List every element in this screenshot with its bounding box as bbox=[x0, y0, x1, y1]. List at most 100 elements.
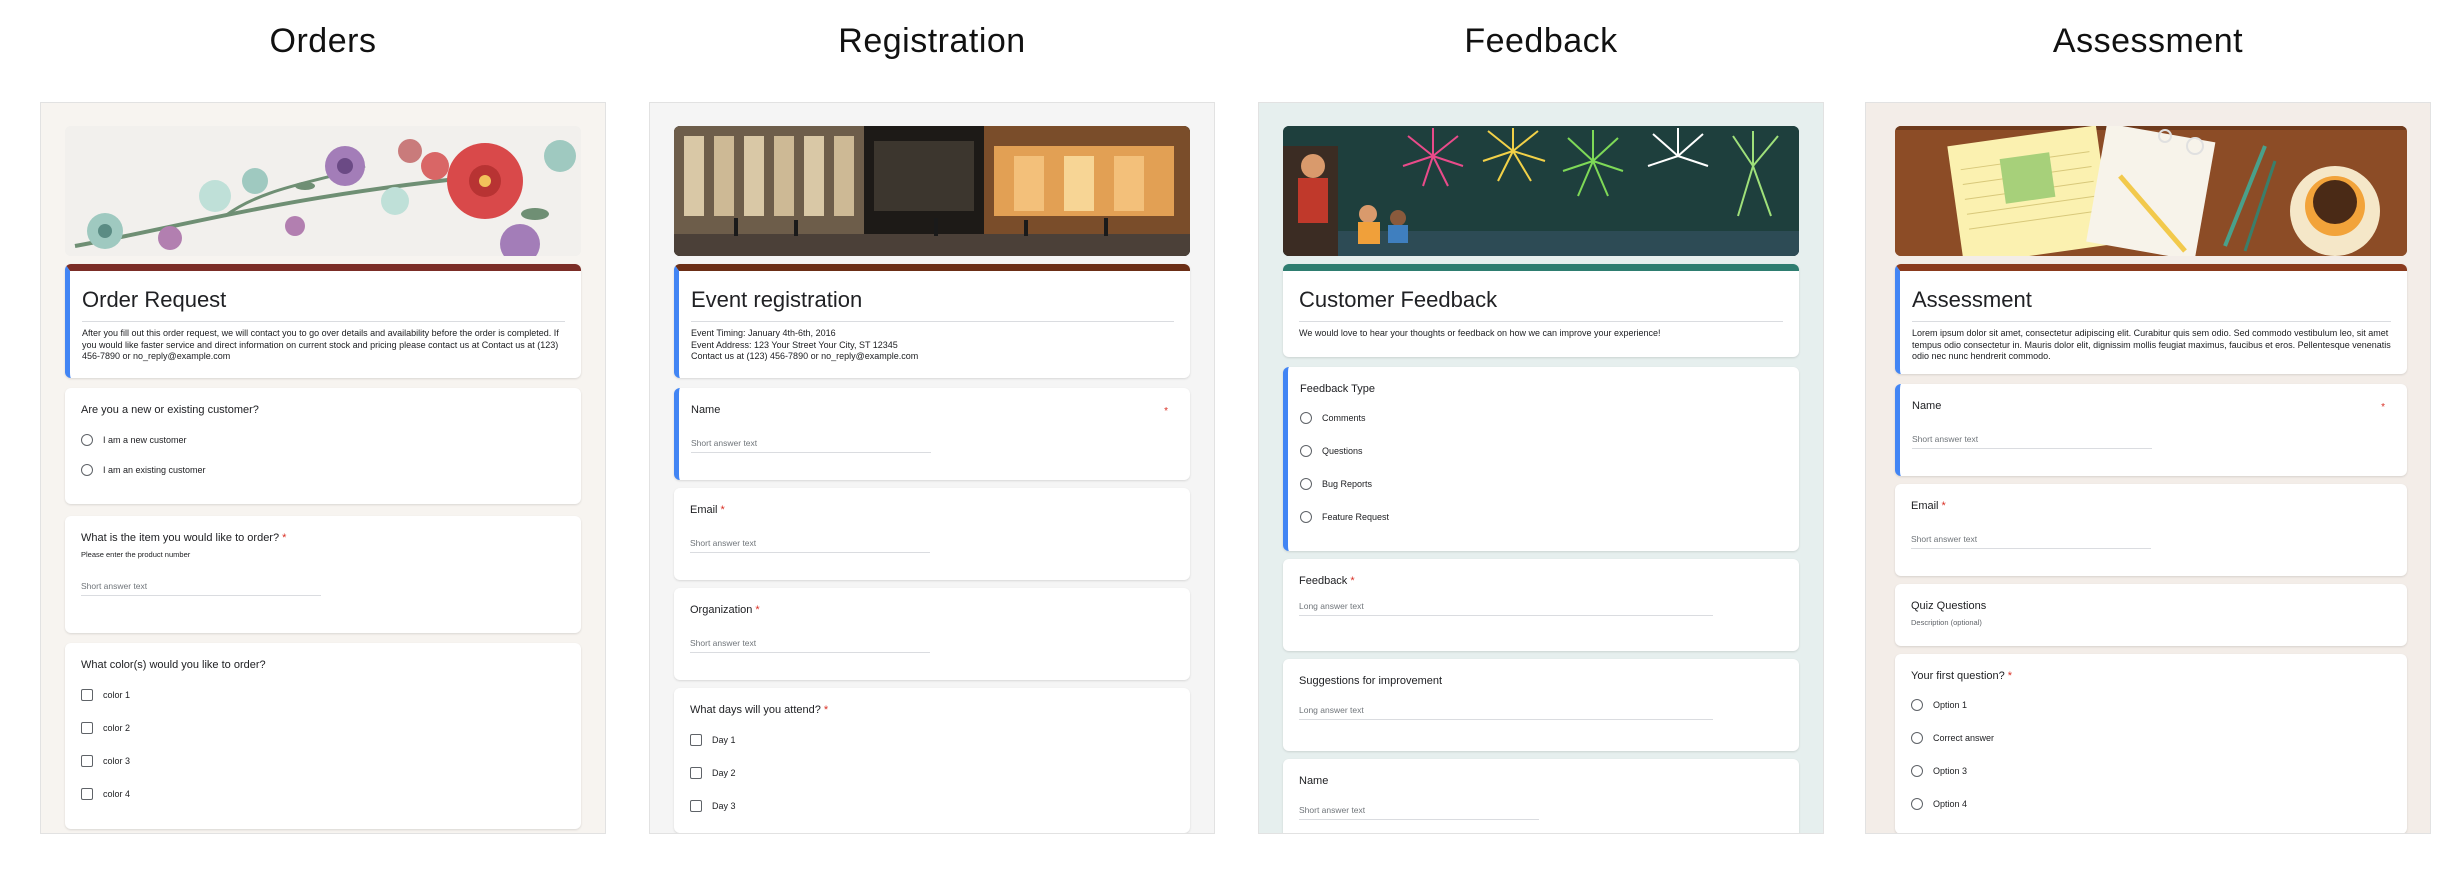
question-card: Feedback * Long answer text bbox=[1283, 559, 1799, 651]
radio-button[interactable] bbox=[1911, 765, 1923, 777]
radio-option[interactable]: Bug Reports bbox=[1300, 478, 1783, 490]
short-answer-field[interactable]: Short answer text bbox=[81, 581, 321, 596]
divider bbox=[691, 321, 1174, 322]
question-card: Name Short answer text bbox=[1283, 759, 1799, 833]
checkbox-option[interactable]: Day 3 bbox=[690, 800, 1174, 812]
form-description: We would love to hear your thoughts or f… bbox=[1299, 328, 1661, 338]
registration-banner-image bbox=[674, 126, 1190, 256]
question-label: Organization * bbox=[690, 604, 760, 616]
assessment-title-card: Assessment Lorem ipsum dolor sit amet, c… bbox=[1895, 264, 2407, 374]
checkbox-option[interactable]: color 2 bbox=[81, 722, 565, 734]
question-card: Email * Short answer text bbox=[674, 488, 1190, 580]
question-helper-text: Please enter the product number bbox=[81, 550, 191, 559]
question-label: What color(s) would you like to order? bbox=[81, 659, 266, 671]
section-title: Quiz Questions bbox=[1911, 600, 1987, 612]
checkbox[interactable] bbox=[690, 734, 702, 746]
checkbox[interactable] bbox=[81, 788, 93, 800]
checkbox-option[interactable]: color 1 bbox=[81, 689, 565, 701]
divider bbox=[1299, 321, 1783, 322]
column-heading-assessment: Assessment bbox=[2052, 22, 2244, 60]
short-answer-field[interactable]: Short answer text bbox=[1912, 434, 2152, 449]
radio-button[interactable] bbox=[1300, 412, 1312, 424]
form-description: After you fill out this order request, w… bbox=[82, 328, 559, 361]
checkbox[interactable] bbox=[690, 767, 702, 779]
radio-option[interactable]: Comments bbox=[1300, 412, 1783, 424]
radio-option[interactable]: Questions bbox=[1300, 445, 1783, 457]
required-asterisk: * bbox=[755, 604, 760, 616]
section-description: Description (optional) bbox=[1911, 618, 1982, 627]
question-label: Are you a new or existing customer? bbox=[81, 404, 259, 416]
question-label: What days will you attend? * bbox=[690, 704, 829, 716]
required-asterisk: * bbox=[1941, 500, 1946, 512]
radio-button[interactable] bbox=[1300, 511, 1312, 523]
registration-form-preview[interactable]: Event registration Event Timing: January… bbox=[649, 102, 1215, 834]
form-title: Event registration bbox=[691, 287, 863, 312]
radio-option[interactable]: Feature Request bbox=[1300, 511, 1783, 523]
form-description: Lorem ipsum dolor sit amet, consectetur … bbox=[1912, 328, 2391, 361]
radio-button[interactable] bbox=[1911, 699, 1923, 711]
feedback-title-card: Customer Feedback We would love to hear … bbox=[1283, 264, 1799, 357]
feedback-form-preview[interactable]: Customer Feedback We would love to hear … bbox=[1258, 102, 1824, 834]
registration-title-card: Event registration Event Timing: January… bbox=[674, 264, 1190, 378]
assessment-form-preview[interactable]: Assessment Lorem ipsum dolor sit amet, c… bbox=[1865, 102, 2431, 834]
radio-option[interactable]: Option 3 bbox=[1911, 765, 2391, 777]
radio-button[interactable] bbox=[1300, 478, 1312, 490]
required-asterisk: * bbox=[2007, 670, 2013, 682]
orders-form-preview[interactable]: Order Request After you fill out this or… bbox=[40, 102, 606, 834]
form-title: Assessment bbox=[1912, 287, 2032, 312]
radio-option[interactable]: Option 1 bbox=[1911, 699, 2391, 711]
long-answer-field[interactable]: Long answer text bbox=[1299, 705, 1713, 720]
required-asterisk: * bbox=[720, 504, 725, 516]
radio-option[interactable]: Correct answer bbox=[1911, 732, 2391, 744]
checkbox-option[interactable]: color 3 bbox=[81, 755, 565, 767]
short-answer-field[interactable]: Short answer text bbox=[690, 638, 930, 653]
question-label: Feedback Type bbox=[1300, 383, 1376, 395]
radio-button[interactable] bbox=[1300, 445, 1312, 457]
short-answer-field[interactable]: Short answer text bbox=[1911, 534, 2151, 549]
section-header-card: Quiz Questions Description (optional) bbox=[1895, 584, 2407, 646]
question-card: What color(s) would you like to order? c… bbox=[65, 643, 581, 829]
question-card: Organization * Short answer text bbox=[674, 588, 1190, 680]
short-answer-field[interactable]: Short answer text bbox=[1299, 805, 1539, 820]
checkbox-option[interactable]: color 4 bbox=[81, 788, 565, 800]
question-card-selected: Feedback Type Comments Questions Bug Rep… bbox=[1283, 367, 1799, 551]
radio-button[interactable] bbox=[1911, 732, 1923, 744]
question-card: Are you a new or existing customer? I am… bbox=[65, 388, 581, 504]
required-asterisk: * bbox=[1350, 575, 1355, 587]
question-label: Suggestions for improvement bbox=[1299, 675, 1443, 687]
radio-button[interactable] bbox=[81, 434, 93, 446]
question-label: Feedback * bbox=[1299, 575, 1355, 587]
question-label: What is the item you would like to order… bbox=[81, 532, 287, 544]
form-title: Order Request bbox=[82, 287, 227, 312]
radio-option[interactable]: I am an existing customer bbox=[81, 464, 565, 476]
radio-option[interactable]: I am a new customer bbox=[81, 434, 565, 446]
column-heading-registration: Registration bbox=[838, 22, 1026, 60]
required-asterisk: * bbox=[1164, 406, 1168, 417]
short-answer-field[interactable]: Short answer text bbox=[691, 438, 931, 453]
orders-banner-image bbox=[65, 126, 581, 256]
long-answer-field[interactable]: Long answer text bbox=[1299, 601, 1713, 616]
checkbox[interactable] bbox=[81, 755, 93, 767]
question-card-selected: Name * Short answer text bbox=[674, 388, 1190, 480]
checkbox[interactable] bbox=[81, 689, 93, 701]
form-description: Event Timing: January 4th-6th, 2016 Even… bbox=[691, 328, 919, 361]
checkbox[interactable] bbox=[81, 722, 93, 734]
checkbox-option[interactable]: Day 2 bbox=[690, 767, 1174, 779]
column-heading-feedback: Feedback bbox=[1464, 22, 1618, 60]
checkbox-option[interactable]: Day 1 bbox=[690, 734, 1174, 746]
radio-button[interactable] bbox=[1911, 798, 1923, 810]
short-answer-field[interactable]: Short answer text bbox=[690, 538, 930, 553]
divider bbox=[1912, 321, 2391, 322]
question-card: What is the item you would like to order… bbox=[65, 516, 581, 633]
checkbox[interactable] bbox=[690, 800, 702, 812]
radio-option[interactable]: Option 4 bbox=[1911, 798, 2391, 810]
question-label: Email * bbox=[1911, 500, 1946, 512]
column-heading-orders: Orders bbox=[269, 22, 377, 60]
question-label: Name bbox=[691, 404, 721, 416]
question-card: Suggestions for improvement Long answer … bbox=[1283, 659, 1799, 751]
required-asterisk: * bbox=[282, 532, 287, 544]
question-label: Your first question? * bbox=[1911, 670, 2013, 682]
template-gallery: Orders Order Request After you fill out … bbox=[0, 0, 2464, 872]
radio-button[interactable] bbox=[81, 464, 93, 476]
orders-title-card: Order Request After you fill out this or… bbox=[65, 264, 581, 378]
